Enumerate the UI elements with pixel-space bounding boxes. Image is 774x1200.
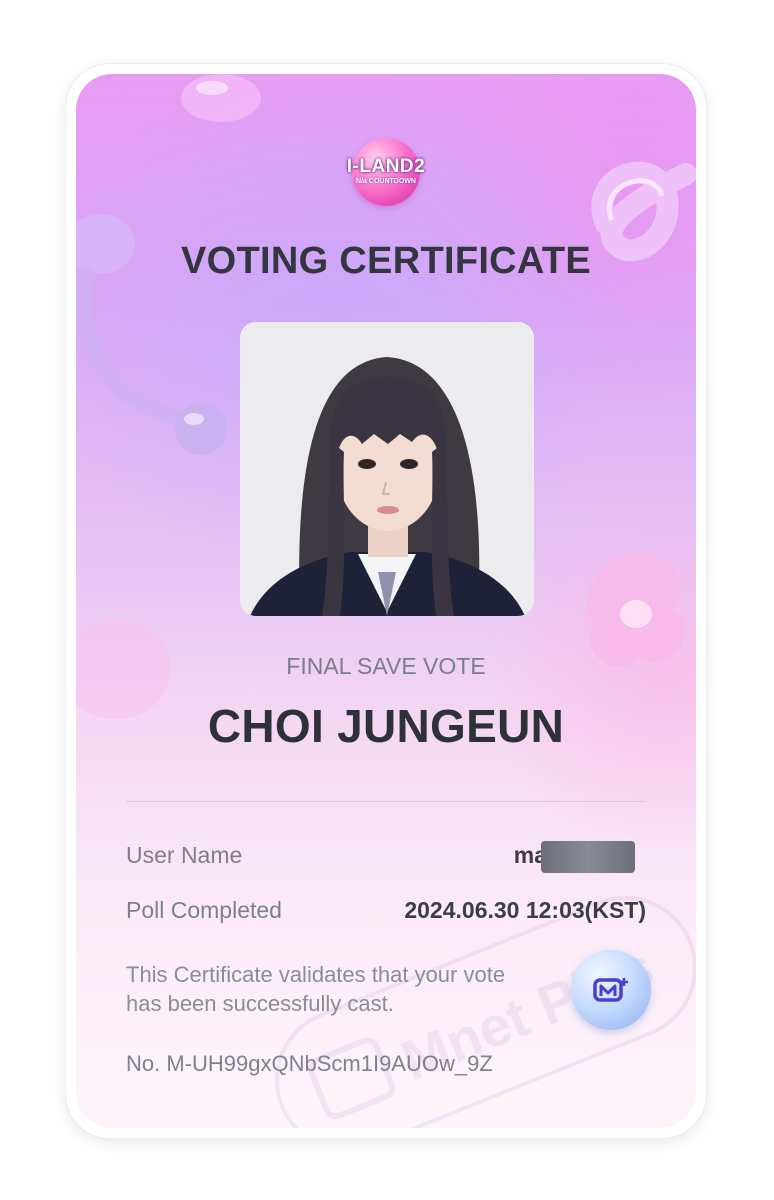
- poll-completed-label: Poll Completed: [126, 897, 282, 923]
- logo-subtitle: N/a COUNTDOWN: [356, 178, 416, 185]
- candidate-name: CHOI JUNGEUN: [207, 700, 565, 752]
- certificate-title: VOTING CERTIFICATE: [180, 240, 592, 282]
- mnet-plus-icon: [593, 978, 628, 1002]
- redaction-mask: [541, 841, 635, 873]
- mnet-plus-badge: [571, 950, 651, 1030]
- decorative-blob-top: [181, 74, 261, 122]
- candidate-portrait-illustration: [240, 322, 534, 616]
- vote-type-label: FINAL SAVE VOTE: [286, 653, 486, 679]
- certificate-number: No. M-UH99gxQNbScm1I9AUOw_9Z: [126, 1051, 493, 1076]
- divider: [126, 801, 646, 802]
- i-land2-logo: I-LAND2 N/a COUNTDOWN: [338, 132, 434, 214]
- candidate-photo: [240, 322, 534, 616]
- logo-name: I-LAND2: [346, 156, 426, 177]
- user-name-label: User Name: [126, 842, 243, 868]
- certificate-note: This Certificate validates that your vot…: [126, 962, 506, 1016]
- voting-certificate-card: Mnet Plus I-LAND2 N/a COUNTDOWN VOTING C…: [76, 74, 696, 1128]
- poll-completed-value: 2024.06.30 12:03(KST): [404, 897, 646, 923]
